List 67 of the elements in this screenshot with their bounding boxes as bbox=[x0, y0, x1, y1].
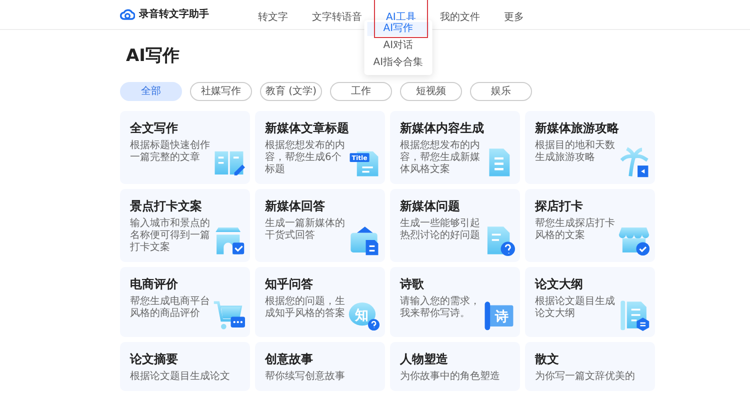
card-description: 为你写一篇文辞优美的 bbox=[535, 370, 636, 382]
card-description: 根据您想发布的内容，帮您生成新媒体风格文案 bbox=[400, 140, 481, 176]
outline-document-icon bbox=[618, 298, 650, 330]
card-description: 根据论文题目生成论文 bbox=[130, 370, 231, 382]
card-description: 输入城市和景点的名称便可得到一篇打卡文案 bbox=[130, 218, 211, 254]
card-title: 全文写作 bbox=[130, 120, 179, 136]
tool-card[interactable]: 人物塑造 为你故事中的角色塑造 bbox=[390, 342, 520, 390]
tool-card[interactable]: 新媒体问题 生成一些能够引起热烈讨论的好问题 bbox=[390, 188, 520, 262]
tool-card[interactable]: 新媒体旅游攻略 根据目的地和天数生成旅游攻略 bbox=[525, 110, 655, 184]
tool-card[interactable]: 创意故事 帮你续写创意故事 bbox=[255, 342, 385, 390]
tool-card[interactable]: 探店打卡 帮您生成探店打卡风格的文案 bbox=[525, 188, 655, 262]
card-title: 新媒体文章标题 bbox=[265, 120, 350, 136]
card-title: 散文 bbox=[535, 350, 560, 368]
filter-chip[interactable]: 短视频 bbox=[400, 82, 462, 100]
nav-link[interactable]: 文字转语音 bbox=[312, 12, 362, 22]
cart-chat-icon bbox=[213, 298, 245, 330]
app-logo-text: 录音转文字助手 bbox=[139, 7, 209, 22]
card-description: 生成一些能够引起热烈讨论的好问题 bbox=[400, 218, 481, 242]
card-description: 根据标题快速创作一篇完整的文章 bbox=[130, 140, 211, 164]
tool-card[interactable]: 知乎问答 根据您的问题，生成知乎风格的答案 知 bbox=[255, 266, 385, 336]
card-title: 电商评价 bbox=[130, 276, 179, 292]
filter-chip[interactable]: 娱乐 bbox=[470, 82, 532, 100]
card-title: 新媒体旅游攻略 bbox=[535, 120, 620, 136]
card-description: 根据目的地和天数生成旅游攻略 bbox=[535, 140, 616, 164]
nav-link[interactable]: 更多 bbox=[504, 12, 524, 22]
annotation-frame bbox=[374, 0, 428, 38]
tool-card[interactable]: 诗歌 请输入您的需求，我来帮你写诗。 诗 bbox=[390, 266, 520, 336]
card-description: 帮您生成探店打卡风格的文案 bbox=[535, 218, 616, 242]
tool-card[interactable]: 新媒体回答 生成一篇新媒体的干货式回答 bbox=[255, 188, 385, 262]
card-title: 创意故事 bbox=[265, 350, 314, 368]
filter-chip[interactable]: 教育 (文学) bbox=[260, 82, 322, 100]
card-title: 景点打卡文案 bbox=[130, 198, 203, 214]
card-description: 根据您的问题，生成知乎风格的答案 bbox=[265, 296, 346, 320]
menu-item[interactable]: AI指令合集 bbox=[367, 56, 430, 70]
card-title: 新媒体回答 bbox=[265, 198, 326, 214]
card-description: 请输入您的需求，我来帮你写诗。 bbox=[400, 296, 481, 320]
page-title: AI写作 bbox=[126, 46, 180, 66]
card-title: 新媒体问题 bbox=[400, 198, 461, 214]
tool-card[interactable]: 散文 为你写一篇文辞优美的 bbox=[525, 342, 655, 390]
card-title: 人物塑造 bbox=[400, 350, 449, 368]
nav-link[interactable]: 转文字 bbox=[258, 12, 288, 22]
tool-card[interactable]: 新媒体内容生成 根据您想发布的内容，帮您生成新媒体风格文案 bbox=[390, 110, 520, 184]
card-title: 知乎问答 bbox=[265, 276, 314, 292]
menu-item[interactable]: AI写作 bbox=[367, 22, 430, 36]
card-description: 生成一篇新媒体的干货式回答 bbox=[265, 218, 346, 242]
palm-tree-icon bbox=[618, 146, 650, 178]
cloud-logo-icon bbox=[120, 9, 135, 20]
filter-chip[interactable]: 全部 bbox=[120, 82, 182, 100]
filter-chip[interactable]: 社媒写作 bbox=[190, 82, 252, 100]
tool-card[interactable]: 景点打卡文案 输入城市和景点的名称便可得到一篇打卡文案 bbox=[120, 188, 250, 262]
card-description: 为你故事中的角色塑造 bbox=[400, 370, 501, 382]
card-title: 论文大纲 bbox=[535, 276, 584, 292]
nav-link[interactable]: 我的文件 bbox=[440, 12, 480, 22]
card-title: 诗歌 bbox=[400, 276, 425, 292]
filter-chip[interactable]: 工作 bbox=[330, 82, 392, 100]
card-title: 探店打卡 bbox=[535, 198, 584, 214]
card-description: 根据论文题目生成论文大纲 bbox=[535, 296, 616, 320]
card-description: 根据您想发布的内容，帮您生成6个标题 bbox=[265, 140, 346, 176]
card-description: 帮您生成电商平台风格的商品评价 bbox=[130, 296, 211, 320]
card-title: 论文摘要 bbox=[130, 350, 179, 368]
tool-card[interactable]: 论文摘要 根据论文题目生成论文 bbox=[120, 342, 250, 390]
tool-card[interactable]: 全文写作 根据标题快速创作一篇完整的文章 bbox=[120, 110, 250, 184]
menu-item[interactable]: AI对话 bbox=[367, 38, 430, 52]
card-description: 帮你续写创意故事 bbox=[265, 370, 346, 382]
tool-card[interactable]: 电商评价 帮您生成电商平台风格的商品评价 bbox=[120, 266, 250, 336]
card-title: 新媒体内容生成 bbox=[400, 120, 485, 136]
tool-card[interactable]: 论文大纲 根据论文题目生成论文大纲 bbox=[525, 266, 655, 336]
